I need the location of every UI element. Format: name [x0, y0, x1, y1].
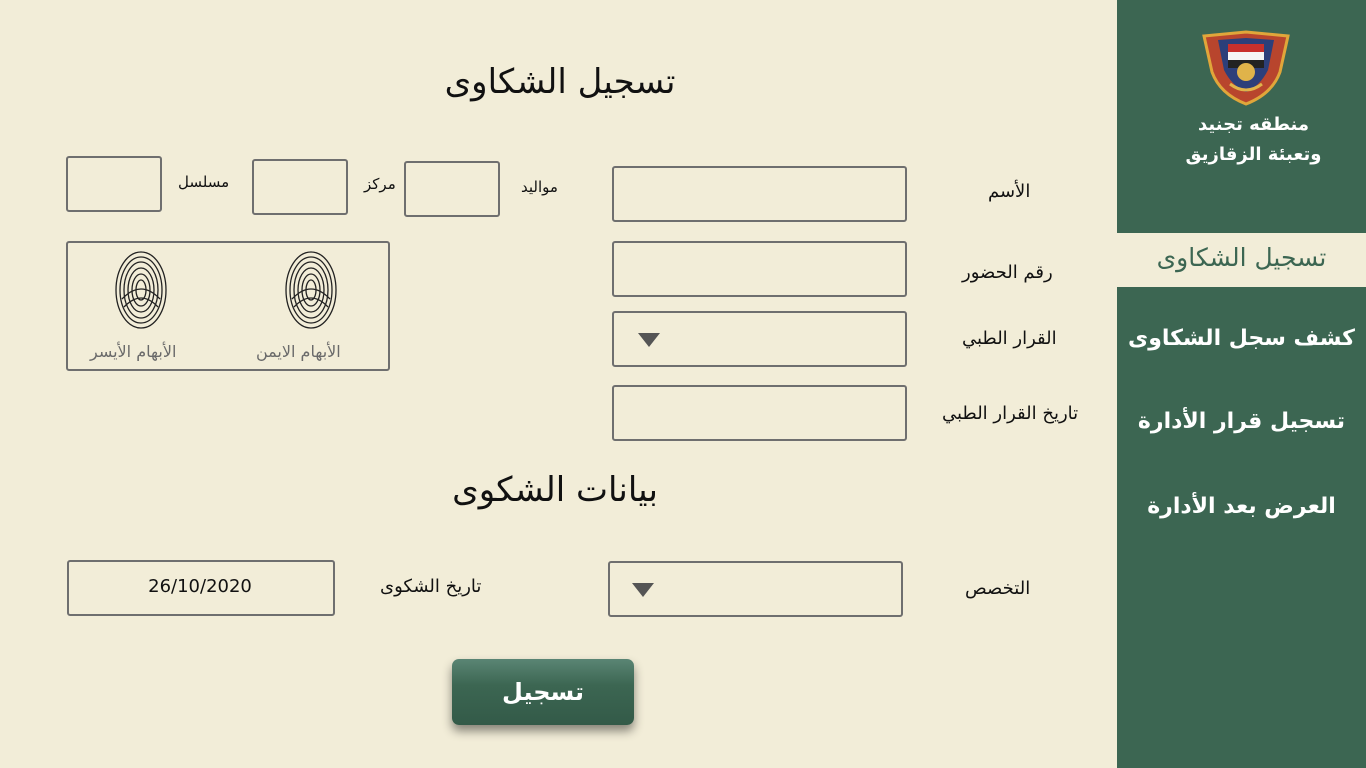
fingerprint-panel: الأبهام الايمن الأبهام الأيسر	[66, 241, 390, 371]
complaint-date-label: تاريخ الشكوى	[380, 576, 482, 597]
caret-down-icon[interactable]	[632, 583, 654, 597]
name-field[interactable]	[612, 166, 907, 222]
center-field[interactable]	[252, 159, 348, 215]
attendance-number-field[interactable]	[612, 241, 907, 297]
nav-item-complaints-log[interactable]: كشف سجل الشكاوى	[1117, 326, 1366, 351]
left-thumb-label: الأبهام الأيسر	[90, 342, 177, 361]
medical-decision-date-label: تاريخ القرار الطبي	[942, 403, 1079, 424]
fingerprint-icon[interactable]	[284, 249, 338, 331]
specialty-select[interactable]	[608, 561, 903, 617]
complaint-section-title: بيانات الشكوى	[452, 470, 658, 510]
page-title: تسجيل الشكاوى	[444, 62, 676, 102]
fingerprint-icon[interactable]	[114, 249, 168, 331]
right-thumb-label: الأبهام الايمن	[256, 342, 341, 361]
name-label: الأسم	[988, 181, 1031, 202]
medical-decision-label: القرار الطبي	[962, 328, 1057, 349]
birth-label: مواليد	[521, 178, 558, 196]
nav-item-view-after-admin[interactable]: العرض بعد الأدارة	[1117, 494, 1366, 519]
sidebar: منطقه تجنيد وتعبئة الزقازيق تسجيل الشكاو…	[1117, 0, 1366, 768]
complaint-date-value: 26/10/2020	[148, 576, 252, 597]
medical-decision-select[interactable]	[612, 311, 907, 367]
nav-item-admin-decision[interactable]: تسجيل قرار الأدارة	[1117, 409, 1366, 434]
birth-field[interactable]	[404, 161, 500, 217]
nav-item-register-complaints[interactable]: تسجيل الشكاوى	[1117, 233, 1366, 287]
organization-name-line2: وتعبئة الزقازيق	[1185, 144, 1322, 165]
caret-down-icon[interactable]	[638, 333, 660, 347]
submit-button[interactable]: تسجيل	[452, 659, 634, 725]
serial-label: مسلسل	[178, 173, 230, 191]
serial-field[interactable]	[66, 156, 162, 212]
center-label: مركز	[364, 175, 396, 193]
specialty-label: التخصص	[965, 578, 1031, 599]
main-panel: تسجيل الشكاوى مواليد مركز مسلسل الأسم رق…	[0, 0, 1117, 768]
attendance-number-label: رقم الحضور	[962, 262, 1053, 283]
medical-decision-date-field[interactable]	[612, 385, 907, 441]
emblem-logo	[1202, 30, 1290, 106]
organization-name-line1: منطقه تجنيد	[1198, 114, 1309, 135]
